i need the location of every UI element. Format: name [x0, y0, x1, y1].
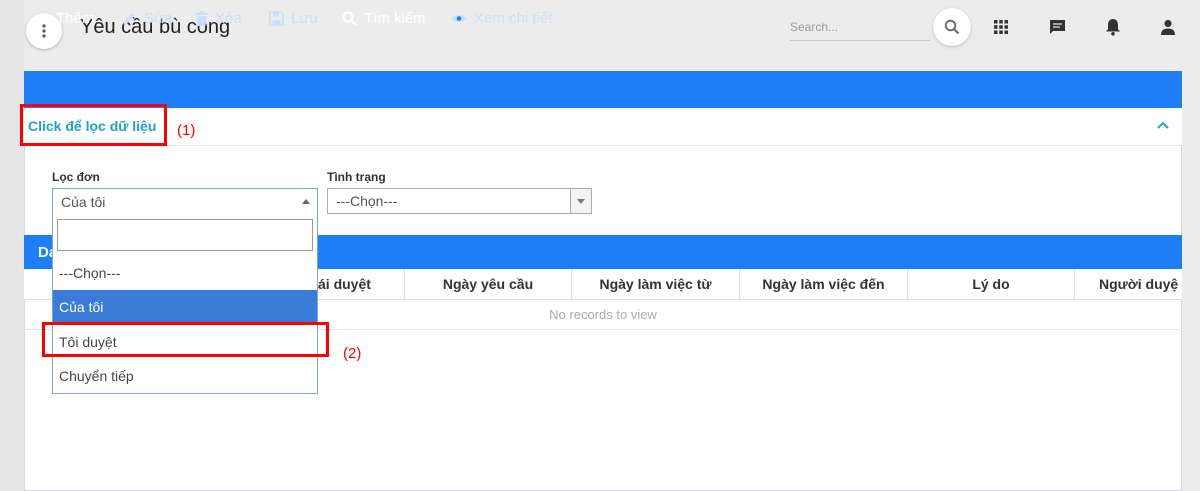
loc-don-label: Lọc đơn [52, 170, 100, 184]
filter-section-header [24, 108, 1182, 146]
tinh-trang-select[interactable]: ---Chọn--- [327, 188, 592, 214]
caret-up-icon [302, 199, 310, 204]
column-header-approval-status[interactable]: ái duyệt [318, 269, 404, 299]
magnifier-icon [342, 11, 357, 26]
apps-button[interactable] [989, 15, 1013, 39]
floppy-disk-icon [269, 11, 284, 26]
annotation-highlight-1 [20, 104, 167, 146]
pencil-icon [123, 13, 135, 25]
annotation-highlight-2 [42, 322, 329, 357]
left-edge [0, 0, 24, 491]
loc-don-value: Của tôi [61, 193, 106, 210]
plus-icon [37, 13, 49, 24]
dropdown-option[interactable]: Chuyển tiếp [53, 359, 317, 393]
view-detail-label: Xem chi tiết [474, 10, 553, 27]
search-records-label: Tìm kiếm [364, 10, 426, 27]
trash-icon [195, 11, 208, 26]
bell-icon [1106, 19, 1120, 36]
dropdown-search-input[interactable] [57, 219, 313, 251]
chat-button[interactable] [1045, 15, 1069, 39]
dropdown-option[interactable]: ---Chọn--- [53, 256, 317, 290]
delete-button[interactable]: Xóa [195, 0, 242, 37]
caret-down-icon [577, 198, 585, 204]
column-header-reason[interactable]: Lý do [907, 269, 1074, 299]
search-button[interactable] [933, 8, 971, 46]
add-label: Thêm [56, 10, 95, 27]
column-header-work-date-to[interactable]: Ngày làm việc đến [739, 269, 907, 299]
loc-don-select[interactable]: Của tôi [52, 188, 318, 214]
save-button[interactable]: Lưu [269, 0, 318, 37]
notifications-button[interactable] [1101, 15, 1125, 39]
apps-grid-icon [994, 20, 1008, 34]
save-label: Lưu [291, 10, 318, 27]
delete-label: Xóa [215, 10, 242, 27]
view-detail-button[interactable]: Xem chi tiết [451, 0, 552, 37]
add-button[interactable]: Thêm [37, 0, 94, 37]
search-records-button[interactable]: Tìm kiếm [342, 0, 426, 37]
dropdown-option-selected[interactable]: Của tôi [53, 290, 317, 324]
search-icon [944, 19, 960, 35]
profile-button[interactable] [1156, 15, 1180, 39]
tinh-trang-value: ---Chọn--- [336, 193, 398, 209]
edit-label: Sửa [144, 10, 173, 27]
tinh-trang-label: Tình trạng [327, 170, 386, 184]
column-header-work-date-from[interactable]: Ngày làm việc từ [571, 269, 739, 299]
person-icon [1161, 19, 1175, 35]
chat-icon [1049, 19, 1065, 34]
annotation-label-1: (1) [177, 122, 196, 139]
eye-icon [451, 15, 467, 22]
tinh-trang-arrow-button[interactable] [570, 189, 591, 213]
annotation-label-2: (2) [343, 345, 362, 362]
chevron-up-icon[interactable] [1157, 121, 1169, 129]
column-header-request-date[interactable]: Ngày yêu cầu [404, 269, 571, 299]
search-input[interactable] [790, 14, 930, 41]
action-toolbar [24, 71, 1182, 108]
column-header-approver[interactable]: Người duyệ [1074, 269, 1182, 299]
edit-button[interactable]: Sửa [122, 0, 172, 37]
